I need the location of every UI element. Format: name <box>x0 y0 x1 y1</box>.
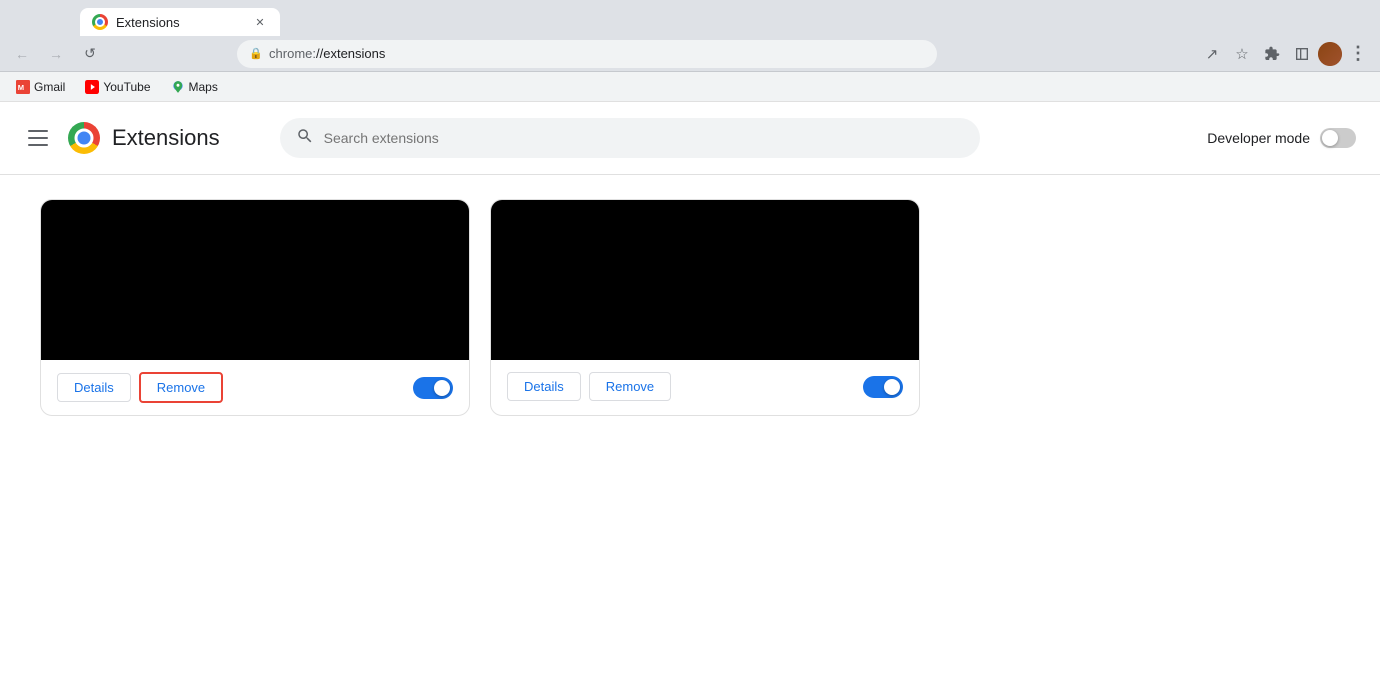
extension-footer-2: Details Remove <box>491 360 919 413</box>
extensions-grid: Details Remove Details Remove <box>0 175 1380 440</box>
maps-label: Maps <box>189 80 218 94</box>
tab-bar: Extensions ✕ <box>0 0 1380 36</box>
extension-card-2: Details Remove <box>490 199 920 416</box>
address-bar: ← → ↺ 🔒 chrome://extensions ↗ ☆ <box>0 36 1380 72</box>
developer-mode-label: Developer mode <box>1207 130 1310 146</box>
extensions-header: Extensions Developer mode <box>0 102 1380 175</box>
tab-title: Extensions <box>116 15 180 30</box>
menu-button[interactable]: ⋮ <box>1344 40 1372 68</box>
page-content: Extensions Developer mode <box>0 102 1380 685</box>
extension-footer-1: Details Remove <box>41 360 469 415</box>
extension-preview-1 <box>41 200 469 360</box>
extension-remove-button-1[interactable]: Remove <box>139 372 223 403</box>
browser-window: Extensions ✕ ← → ↺ 🔒 chrome://extensions… <box>0 0 1380 685</box>
bookmark-button[interactable]: ☆ <box>1228 40 1256 68</box>
bookmark-youtube[interactable]: YouTube <box>77 76 158 98</box>
youtube-favicon <box>85 80 99 94</box>
share-button[interactable]: ↗ <box>1198 40 1226 68</box>
omnibox[interactable]: 🔒 chrome://extensions <box>237 40 937 68</box>
hamburger-line-1 <box>28 130 48 132</box>
hamburger-menu-button[interactable] <box>24 122 56 154</box>
extensions-button[interactable] <box>1258 40 1286 68</box>
toggle-knob-2 <box>884 379 900 395</box>
developer-mode-toggle[interactable] <box>1320 128 1356 148</box>
extension-remove-button-2[interactable]: Remove <box>589 372 671 401</box>
developer-mode-control: Developer mode <box>1207 128 1356 148</box>
extension-toggle-2[interactable] <box>863 376 903 398</box>
bookmark-gmail[interactable]: M Gmail <box>8 76 73 98</box>
youtube-label: YouTube <box>103 80 150 94</box>
url-path: //extensions <box>316 46 385 61</box>
extension-toggle-1[interactable] <box>413 377 453 399</box>
extension-preview-2 <box>491 200 919 360</box>
back-button[interactable]: ← <box>8 40 36 68</box>
url-display: chrome://extensions <box>269 46 925 61</box>
security-icon: 🔒 <box>249 47 263 60</box>
toggle-knob-1 <box>434 380 450 396</box>
sidebar-button[interactable] <box>1288 40 1316 68</box>
extension-details-button-1[interactable]: Details <box>57 373 131 402</box>
page-title: Extensions <box>112 125 220 151</box>
bookmarks-bar: M Gmail YouTube Maps <box>0 72 1380 102</box>
search-box[interactable] <box>280 118 980 158</box>
chrome-logo <box>68 122 100 154</box>
search-icon <box>296 127 314 150</box>
forward-button[interactable]: → <box>42 40 70 68</box>
active-tab[interactable]: Extensions ✕ <box>80 8 280 36</box>
tab-favicon <box>92 14 108 30</box>
profile-avatar[interactable] <box>1318 42 1342 66</box>
gmail-label: Gmail <box>34 80 65 94</box>
url-scheme: chrome <box>269 46 312 61</box>
gmail-favicon: M <box>16 80 30 94</box>
toolbar-actions: ↗ ☆ ⋮ <box>1198 40 1372 68</box>
bookmark-maps[interactable]: Maps <box>163 76 226 98</box>
search-input[interactable] <box>324 130 964 146</box>
maps-favicon <box>171 80 185 94</box>
extension-card-1: Details Remove <box>40 199 470 416</box>
svg-text:M: M <box>18 82 24 91</box>
toggle-knob <box>1322 130 1338 146</box>
hamburger-line-3 <box>28 144 48 146</box>
tab-close-button[interactable]: ✕ <box>252 14 268 30</box>
reload-button[interactable]: ↺ <box>76 40 104 68</box>
extension-details-button-2[interactable]: Details <box>507 372 581 401</box>
hamburger-line-2 <box>28 137 48 139</box>
